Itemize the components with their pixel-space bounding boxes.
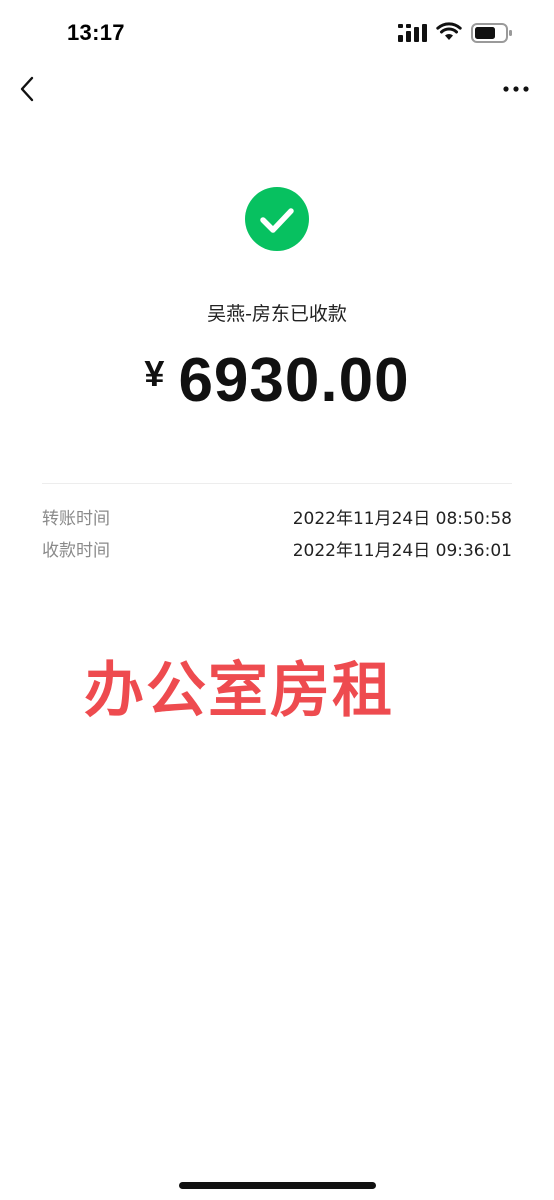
detail-value: 2022年11月24日 09:36:01 xyxy=(292,540,512,561)
amount-value: 6930.00 xyxy=(178,346,410,415)
chevron-left-icon xyxy=(20,76,34,102)
status-time: 13:17 xyxy=(67,20,125,45)
wifi-icon xyxy=(436,22,462,40)
detail-label: 转账时间 xyxy=(42,508,110,529)
divider xyxy=(42,483,512,484)
detail-row-transfer-time: 转账时间 2022年11月24日 08:50:58 xyxy=(42,503,512,529)
more-button[interactable] xyxy=(500,78,534,100)
home-indicator[interactable] xyxy=(179,1182,376,1189)
detail-label: 收款时间 xyxy=(42,540,110,561)
currency-symbol: ¥ xyxy=(144,353,165,394)
signal-icon xyxy=(398,24,427,42)
check-circle-icon xyxy=(245,187,309,251)
status-bar: 13:17 xyxy=(0,0,554,66)
detail-value: 2022年11月24日 08:50:58 xyxy=(292,508,512,529)
receipt-title: 吴燕-房东已收款 xyxy=(207,303,347,325)
battery-icon xyxy=(471,23,512,43)
amount-display: ¥ 6930.00 xyxy=(0,344,554,418)
more-horizontal-icon xyxy=(503,86,529,92)
detail-row-receive-time: 收款时间 2022年11月24日 09:36:01 xyxy=(42,535,512,561)
back-button[interactable] xyxy=(14,74,44,104)
annotation-text: 办公室房租 xyxy=(84,656,394,726)
